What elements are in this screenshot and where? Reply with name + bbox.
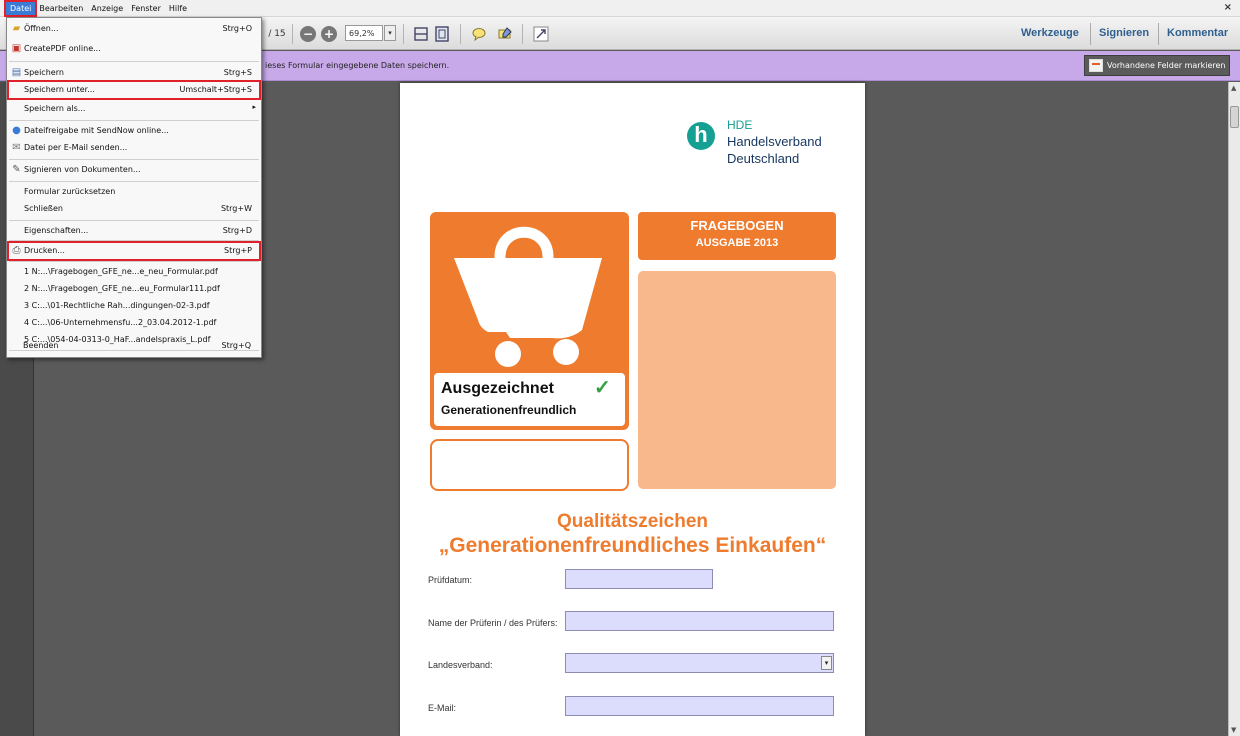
menu-separator <box>9 261 259 262</box>
menu-item-reset-form[interactable]: Formular zurücksetzen <box>8 183 260 201</box>
toolbar-separator <box>292 24 293 44</box>
quality-seal-title: Qualitätszeichen „Generationenfreundlich… <box>400 511 865 559</box>
questionnaire-header: FRAGEBOGEN AUSGABE 2013 <box>638 212 836 260</box>
menu-separator <box>9 181 259 182</box>
zoom-out-icon: − <box>300 26 316 42</box>
toolbar-separator <box>403 24 404 44</box>
title-line2: „Generationenfreundliches Einkaufen“ <box>438 534 827 557</box>
menu-item-save-as[interactable]: Speichern unter... Umschalt+Strg+S <box>7 80 261 100</box>
toolbar-separator <box>1158 23 1159 45</box>
file-menu: ▰ Öffnen... Strg+O ▣ CreatePDF online...… <box>6 17 262 358</box>
hde-logo-text-line2: Handelsverband <box>727 134 822 149</box>
menu-item-save[interactable]: ▤ Speichern Strg+S <box>8 64 260 82</box>
menu-item-recent-1[interactable]: 1 N:...\Fragebogen_GFE_ne...e_neu_Formul… <box>8 263 260 281</box>
submenu-arrow-icon: ▸ <box>252 103 256 111</box>
scroll-up-icon[interactable]: ▲ <box>1231 84 1236 92</box>
shopping-bag-panel: Ausgezeichnet ✓ Generationenfreundlich <box>430 212 629 430</box>
scroll-thumb[interactable] <box>1230 106 1239 128</box>
cert-subtitle: Generationenfreundlich <box>441 403 577 417</box>
print-icon: ⎙ <box>12 245 21 256</box>
email-field[interactable] <box>565 696 834 716</box>
landesverband-select[interactable]: ▾ <box>565 653 834 673</box>
checkmark-icon: ✓ <box>594 377 611 399</box>
menu-item-recent-2[interactable]: 2 N:...\Fragebogen_GFE_ne...eu_Formular1… <box>8 280 260 298</box>
certification-badge: Ausgezeichnet ✓ Generationenfreundlich <box>434 373 625 426</box>
dropdown-arrow-icon[interactable]: ▾ <box>821 656 832 670</box>
menu-separator <box>9 159 259 160</box>
pruefer-name-label: Name der Prüferin / des Prüfers: <box>428 618 558 628</box>
zoom-out-button[interactable]: − <box>300 25 316 43</box>
zoom-input[interactable]: 69,2% <box>345 25 383 41</box>
menu-fenster[interactable]: Fenster <box>127 2 165 15</box>
menu-item-recent-4[interactable]: 4 C:...\06-Unternehmensfu...2_03.04.2012… <box>8 314 260 332</box>
menu-bar: Datei Bearbeiten Anzeige Fenster Hilfe × <box>0 0 1240 17</box>
page-total: / 15 <box>268 29 286 39</box>
tools-button[interactable]: Werkzeuge <box>1021 27 1079 39</box>
menu-separator <box>9 240 259 241</box>
close-document-icon[interactable]: × <box>1224 2 1232 13</box>
landesverband-label: Landesverband: <box>428 660 493 670</box>
empty-orange-frame <box>430 439 629 491</box>
menu-separator <box>9 220 259 221</box>
open-folder-icon: ▰ <box>12 23 21 34</box>
menu-item-sign-documents[interactable]: ✎ Signieren von Dokumenten... <box>8 161 260 179</box>
comment-bubble-icon[interactable] <box>470 25 488 43</box>
peach-panel <box>638 271 836 489</box>
createpdf-icon: ▣ <box>11 43 22 54</box>
menu-item-close[interactable]: Schließen Strg+W <box>8 200 260 218</box>
menu-hilfe[interactable]: Hilfe <box>165 2 191 15</box>
toolbar-separator <box>1090 23 1091 45</box>
toolbar-separator <box>460 24 461 44</box>
sign-button[interactable]: Signieren <box>1099 27 1149 39</box>
zoom-dropdown-icon[interactable]: ▾ <box>384 25 396 41</box>
email-label: E-Mail: <box>428 703 457 713</box>
form-fields-icon <box>1089 59 1103 72</box>
title-line1: Qualitätszeichen <box>557 511 708 532</box>
toolbar-separator <box>522 24 523 44</box>
zoom-in-button[interactable]: + <box>321 25 337 43</box>
scroll-down-icon[interactable]: ▼ <box>1231 726 1236 734</box>
questionnaire-title: FRAGEBOGEN <box>690 218 784 233</box>
menu-bearbeiten[interactable]: Bearbeiten <box>35 2 87 15</box>
menu-item-properties[interactable]: Eigenschaften... Strg+D <box>8 222 260 240</box>
email-icon: ✉ <box>12 142 21 153</box>
hde-logo-mark: h <box>687 122 715 150</box>
hde-logo-text-line3: Deutschland <box>727 151 800 166</box>
menu-separator <box>9 61 259 62</box>
sendnow-icon: ● <box>12 125 21 136</box>
pdf-page: h HDE Handelsverband Deutschland Ausgeze… <box>400 83 865 736</box>
mark-existing-fields-button[interactable]: Vorhandene Felder markieren <box>1084 55 1230 76</box>
vertical-scrollbar[interactable]: ▲ ▼ <box>1228 82 1240 736</box>
menu-item-open[interactable]: ▰ Öffnen... Strg+O <box>8 20 260 38</box>
fit-page-icon[interactable] <box>433 25 451 43</box>
comment-button[interactable]: Kommentar <box>1167 27 1228 39</box>
menu-item-createpdf[interactable]: ▣ CreatePDF online... <box>8 40 260 58</box>
hde-logo: h HDE Handelsverband Deutschland <box>687 118 837 178</box>
pruefdatum-label: Prüfdatum: <box>428 575 473 585</box>
mark-existing-fields-label: Vorhandene Felder markieren <box>1107 61 1226 70</box>
zoom-in-icon: + <box>321 26 337 42</box>
menu-separator <box>9 120 259 121</box>
highlight-icon[interactable] <box>496 25 514 43</box>
fullscreen-icon[interactable] <box>532 25 550 43</box>
menu-item-email[interactable]: ✉ Datei per E-Mail senden... <box>8 139 260 157</box>
cert-title: Ausgezeichnet <box>441 380 554 397</box>
save-icon: ▤ <box>11 67 22 78</box>
questionnaire-edition: AUSGABE 2013 <box>695 237 779 249</box>
menu-item-recent-3[interactable]: 3 C:...\01-Rechtliche Rah...dingungen-02… <box>8 297 260 315</box>
pruefdatum-field[interactable] <box>565 569 713 589</box>
shopping-bag-icon <box>454 226 602 367</box>
menu-item-print[interactable]: ⎙ Drucken... Strg+P <box>7 241 261 261</box>
menu-anzeige[interactable]: Anzeige <box>87 2 127 15</box>
menu-item-exit[interactable]: Beenden Strg+Q <box>7 337 259 355</box>
menu-item-save-as-format[interactable]: Speichern als... ▸ <box>8 100 260 118</box>
sign-icon: ✎ <box>12 164 21 175</box>
form-notification-text: ieses Formular eingegebene Daten speiche… <box>265 61 450 70</box>
hde-logo-text-hde: HDE <box>727 118 753 132</box>
menu-datei[interactable]: Datei <box>3 0 38 17</box>
pruefer-name-field[interactable] <box>565 611 834 631</box>
menu-item-sendnow[interactable]: ● Dateifreigabe mit SendNow online... <box>8 122 260 140</box>
fit-width-icon[interactable] <box>412 25 430 43</box>
